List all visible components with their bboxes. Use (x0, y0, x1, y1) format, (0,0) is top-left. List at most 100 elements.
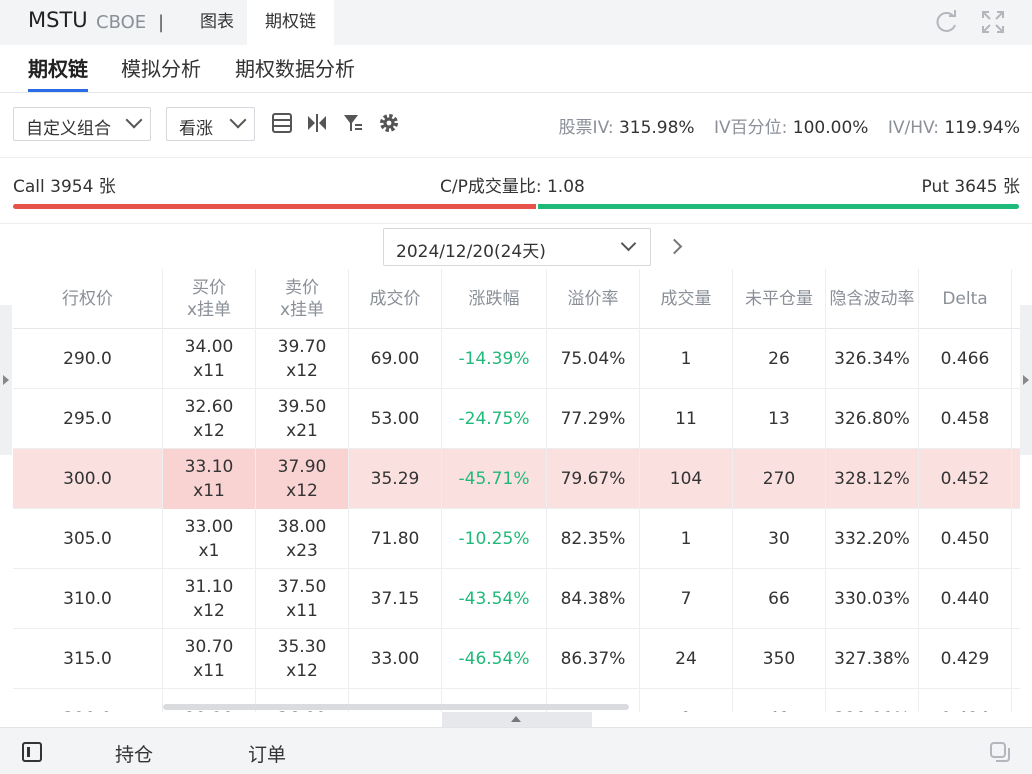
iv-percentile-label: IV百分位: (714, 118, 788, 138)
expiry-select-value: 2024/12/20(24天) (396, 242, 546, 262)
option-chain-table: 行权价 买价 x挂单 卖价 x挂单 成交价 涨跌幅 溢价率 成交量 未平仓量 隐含波动率 Delta … (13, 269, 1020, 712)
delta-cell: 0.424 (919, 689, 1012, 712)
bid-price: 31.10 (184, 577, 234, 597)
chevron-down-icon (125, 111, 143, 129)
delta-cell: 0.429 (919, 629, 1012, 689)
ask-cell[interactable]: 37.50 x11 (256, 569, 349, 629)
header-volume[interactable]: 成交量 (640, 269, 733, 329)
change-cell: -24.75% (442, 389, 547, 449)
table-row[interactable]: 295.0 32.60 x12 39.50 x21 53.00 -24.75% 77.29% 1… (13, 389, 1020, 449)
horizontal-scrollbar[interactable] (163, 704, 629, 710)
header-open-interest[interactable]: 未平仓量 (733, 269, 826, 329)
tab-positions[interactable]: 持仓 (115, 740, 153, 767)
strategy-select[interactable]: 自定义组合 (13, 107, 151, 141)
header-ask[interactable]: 卖价 x挂单 (256, 269, 349, 329)
bid-cell[interactable]: 30.70 x11 (163, 629, 256, 689)
subtab-simulation[interactable]: 模拟分析 (121, 53, 201, 82)
ask-price: 35.30 (277, 637, 327, 657)
right-panel-toggle[interactable] (1020, 305, 1032, 455)
ask-size: x12 (286, 661, 318, 681)
stock-iv-value: 315.98% (618, 118, 695, 138)
delta-cell: 0.458 (919, 389, 1012, 449)
ask-price: 39.50 (277, 397, 327, 417)
oi-cell: 350 (733, 629, 826, 689)
bid-cell[interactable]: 33.10 x11 (163, 449, 256, 509)
volume-cell: 1 (640, 329, 733, 389)
iv-cell: 327.38% (826, 629, 919, 689)
tab-orders[interactable]: 订单 (248, 740, 286, 767)
premium-cell: 79.67% (547, 449, 640, 509)
ask-cell[interactable]: 39.70 x12 (256, 329, 349, 389)
last-cell: 69.00 (349, 329, 442, 389)
ask-price: 39.70 (277, 337, 327, 357)
header-premium[interactable]: 溢价率 (547, 269, 640, 329)
list-view-icon[interactable] (271, 112, 293, 134)
table-row[interactable]: 310.0 31.10 x12 37.50 x11 37.15 -43.54% 84.38% 7… (13, 569, 1020, 629)
header-ask-line: x挂单 (279, 300, 325, 320)
bid-cell[interactable]: 33.00 x1 (163, 509, 256, 569)
last-cell: 33.00 (349, 629, 442, 689)
expand-panel-handle[interactable] (442, 712, 592, 727)
filter-icon[interactable] (342, 112, 364, 134)
bid-size: x11 (193, 661, 225, 681)
ask-cell[interactable]: 35.30 x12 (256, 629, 349, 689)
ask-size: x12 (286, 361, 318, 381)
ask-cell[interactable]: 37.90 x12 (256, 449, 349, 509)
last-cell: 35.29 (349, 449, 442, 509)
subtab-option-chain[interactable]: 期权链 (28, 53, 88, 92)
bid-cell[interactable]: 34.00 x11 (163, 329, 256, 389)
expiry-select[interactable]: 2024/12/20(24天) (383, 228, 651, 266)
iv-cell: 326.34% (826, 329, 919, 389)
settings-gear-icon[interactable] (378, 112, 400, 134)
ask-price: 37.50 (277, 577, 327, 597)
premium-cell: 84.38% (547, 569, 640, 629)
cp-ratio: C/P成交量比: 1.08 (440, 172, 585, 197)
ask-cell[interactable]: 39.50 x21 (256, 389, 349, 449)
premium-cell: 77.29% (547, 389, 640, 449)
ask-cell[interactable]: 38.00 x23 (256, 509, 349, 569)
ask-size: x21 (286, 421, 318, 441)
table-row[interactable]: 290.0 34.00 x11 39.70 x12 69.00 -14.39% 75.04% 1… (13, 329, 1020, 389)
tab-chart[interactable]: 图表 (182, 0, 252, 45)
left-panel-toggle[interactable] (0, 305, 12, 455)
premium-cell: 75.04% (547, 329, 640, 389)
iv-cell: 332.20% (826, 509, 919, 569)
panel-toggle-icon[interactable] (22, 742, 42, 762)
bid-size: x12 (193, 421, 225, 441)
table-row[interactable]: 315.0 30.70 x11 35.30 x12 33.00 -46.54% 86.37% 2… (13, 629, 1020, 689)
direction-select[interactable]: 看涨 (166, 107, 255, 141)
delta-cell: 0.466 (919, 329, 1012, 389)
refresh-icon[interactable] (934, 9, 960, 35)
copy-icon[interactable] (989, 741, 1011, 763)
table-row[interactable]: 305.0 33.00 x1 38.00 x23 71.80 -10.25% 82.35% 1 3… (13, 509, 1020, 569)
last-cell: 37.15 (349, 569, 442, 629)
header-delta[interactable]: Delta (919, 269, 1012, 329)
bid-price: 34.00 (184, 337, 234, 357)
ask-size: x12 (286, 481, 318, 501)
iv-cell: 328.12% (826, 449, 919, 509)
volume-ratio-row: Call 3954 张 C/P成交量比: 1.08 Put 3645 张 (0, 157, 1032, 223)
bid-cell[interactable]: 31.10 x12 (163, 569, 256, 629)
bid-size: x11 (193, 481, 225, 501)
top-bar: MSTU CBOE | 图表 期权链 (0, 0, 1032, 45)
strike-cell: 290.0 (13, 329, 163, 389)
oi-cell: 270 (733, 449, 826, 509)
bid-cell[interactable]: 32.60 x12 (163, 389, 256, 449)
header-iv[interactable]: 隐含波动率 (826, 269, 919, 329)
split-view-icon[interactable] (306, 112, 328, 134)
fullscreen-icon[interactable] (980, 9, 1006, 35)
header-bid[interactable]: 买价 x挂单 (163, 269, 256, 329)
tab-option-chain[interactable]: 期权链 (247, 0, 334, 45)
table-row[interactable]: 300.0 33.10 x11 37.90 x12 35.29 -45.71% 79.67% 1… (13, 449, 1020, 509)
next-expiry-chevron-icon[interactable] (666, 238, 683, 255)
header-last[interactable]: 成交价 (349, 269, 442, 329)
header-change[interactable]: 涨跌幅 (442, 269, 547, 329)
iv-cell: 326.80% (826, 389, 919, 449)
oi-cell: 41 (733, 689, 826, 712)
subtab-option-data[interactable]: 期权数据分析 (235, 53, 355, 82)
toolbar: 自定义组合 看涨 股票IV: 315.98% IV百分位: 100.00% IV… (0, 93, 1032, 157)
separator: | (158, 12, 165, 33)
direction-select-value: 看涨 (179, 119, 213, 139)
cp-ratio-value: 1.08 (546, 177, 585, 197)
sub-tabs: 期权链 模拟分析 期权数据分析 (0, 45, 1032, 93)
